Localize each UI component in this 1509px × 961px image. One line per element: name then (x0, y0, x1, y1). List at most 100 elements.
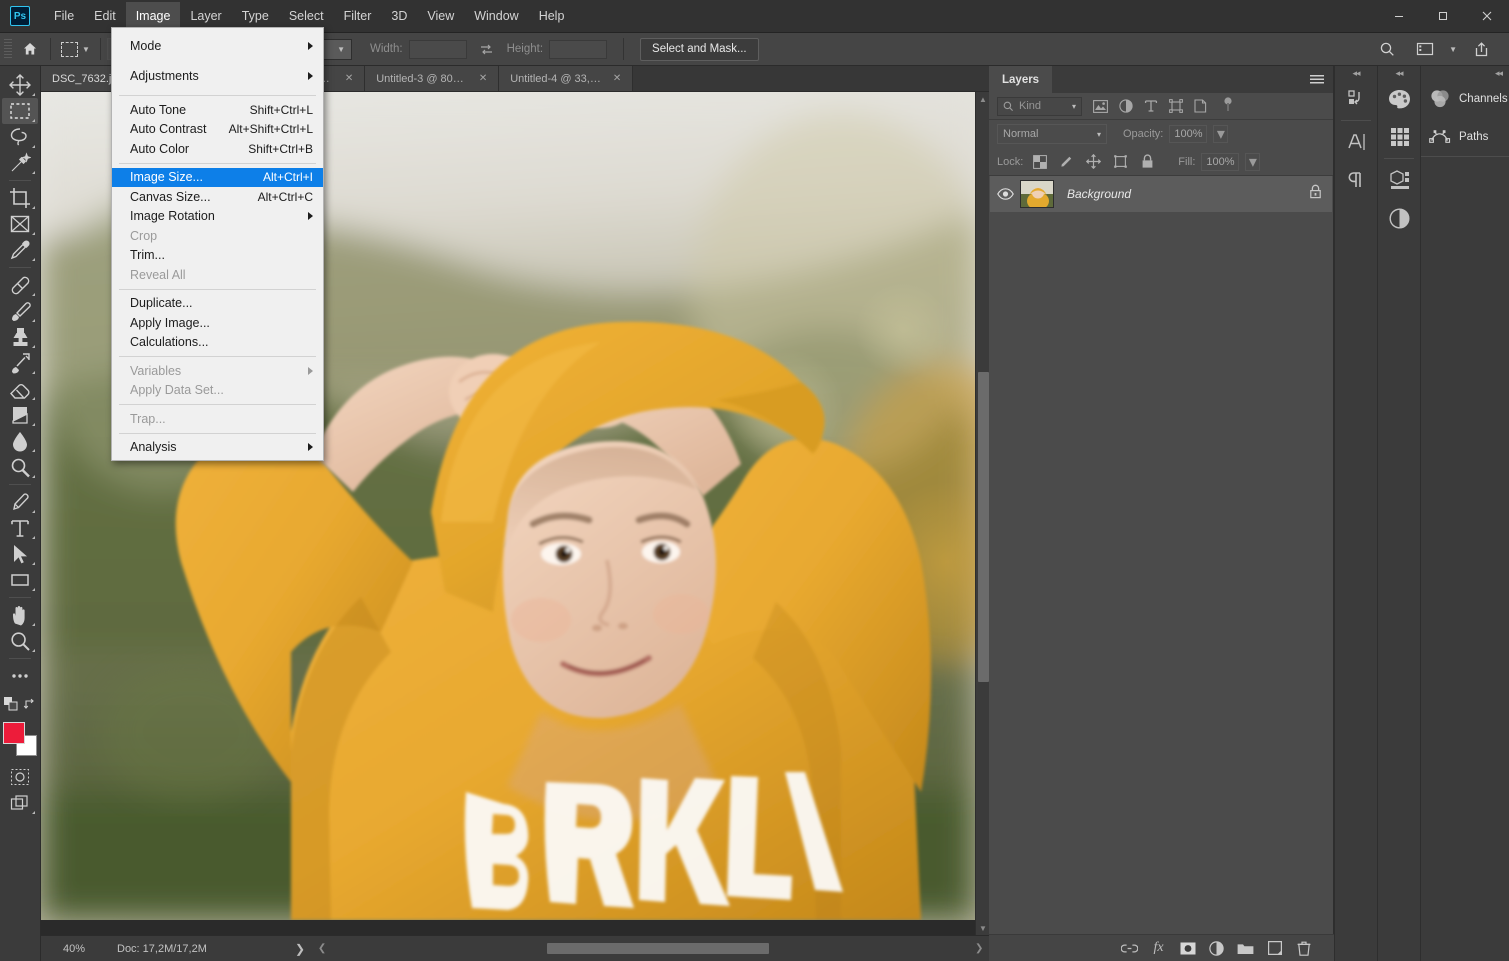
canvas-vertical-scrollbar[interactable]: ▲ ▼ (975, 92, 989, 935)
share-icon[interactable] (1467, 37, 1495, 61)
collapse-rail-history[interactable]: ◂◂ (1335, 66, 1377, 80)
lock-image-pixels-icon[interactable] (1056, 152, 1077, 172)
menu-item-image-rotation[interactable]: Image Rotation (112, 207, 323, 227)
width-input[interactable] (409, 40, 467, 59)
color-swatches[interactable] (3, 722, 37, 756)
home-icon[interactable] (16, 37, 44, 61)
zoom-level[interactable]: 40% (41, 943, 107, 955)
menu-item-image-size[interactable]: Image Size...Alt+Ctrl+I (112, 168, 323, 188)
menu-image[interactable]: Image (126, 2, 181, 30)
new-group-icon[interactable] (1237, 940, 1254, 957)
edit-toolbar-button[interactable] (2, 663, 38, 689)
quick-mask-icon[interactable] (2, 764, 38, 790)
menu-select[interactable]: Select (279, 2, 334, 30)
document-tab[interactable]: Untitled-3 @ 80% (Layer ...✕ (365, 66, 499, 91)
panel-item-paths[interactable]: Paths (1421, 118, 1509, 156)
frame-tool[interactable] (2, 211, 38, 237)
magic-wand-tool[interactable] (2, 150, 38, 176)
horizontal-scroll-thumb[interactable] (547, 943, 769, 954)
layer-kind-filter[interactable]: Kind ▾ (997, 97, 1082, 116)
rectangle-tool[interactable] (2, 567, 38, 593)
pixel-filter-icon[interactable] (1088, 96, 1113, 117)
vertical-scroll-thumb[interactable] (978, 372, 989, 682)
menu-type[interactable]: Type (232, 2, 279, 30)
layer-visibility-icon[interactable] (990, 188, 1020, 200)
new-adjustment-layer-icon[interactable] (1208, 940, 1225, 957)
adjustment-filter-icon[interactable] (1113, 96, 1138, 117)
collapse-channels-panel[interactable]: ◂◂ (1421, 66, 1509, 80)
layer-row[interactable]: Background (990, 176, 1332, 212)
menu-edit[interactable]: Edit (84, 2, 126, 30)
select-and-mask-button[interactable]: Select and Mask... (640, 38, 759, 61)
eraser-tool[interactable] (2, 376, 38, 402)
maximize-icon[interactable] (1421, 0, 1465, 33)
menu-item-trim[interactable]: Trim... (112, 246, 323, 266)
lock-position-icon[interactable] (1083, 152, 1104, 172)
lasso-tool[interactable] (2, 124, 38, 150)
scroll-up-arrow[interactable]: ▲ (976, 92, 990, 106)
swap-width-height-icon[interactable] (473, 37, 501, 61)
options-bar-grip[interactable] (4, 39, 12, 59)
menu-item-adjustments[interactable]: Adjustments (112, 61, 323, 91)
menu-item-duplicate[interactable]: Duplicate... (112, 294, 323, 314)
close-icon[interactable] (1465, 0, 1509, 33)
character-icon[interactable] (1335, 123, 1378, 161)
healing-brush-tool[interactable] (2, 272, 38, 298)
document-tab[interactable]: Untitled-4 @ 33,3% (Laye...✕ (499, 66, 633, 91)
blur-tool[interactable] (2, 428, 38, 454)
menu-window[interactable]: Window (464, 2, 528, 30)
menu-item-calculations[interactable]: Calculations... (112, 333, 323, 353)
color-icon[interactable] (1378, 80, 1421, 118)
rectangular-marquee-tool[interactable] (2, 98, 38, 124)
blend-mode-select[interactable]: Normal ▾ (997, 124, 1107, 144)
menu-item-auto-tone[interactable]: Auto ToneShift+Ctrl+L (112, 100, 323, 120)
path-selection-tool[interactable] (2, 541, 38, 567)
menu-file[interactable]: File (44, 2, 84, 30)
fill-slider-chevron[interactable]: ▾ (1245, 153, 1260, 171)
link-layers-icon[interactable] (1121, 940, 1138, 957)
height-input[interactable] (549, 40, 607, 59)
menu-help[interactable]: Help (529, 2, 575, 30)
image-menu-dropdown[interactable]: ModeAdjustments Auto ToneShift+Ctrl+LAuto… (111, 27, 324, 461)
workspace-icon[interactable] (1411, 37, 1439, 61)
scroll-left-arrow[interactable]: ❮ (315, 943, 329, 954)
lock-all-icon[interactable] (1137, 152, 1158, 172)
dodge-tool[interactable] (2, 454, 38, 480)
search-icon[interactable] (1373, 37, 1401, 61)
pen-tool[interactable] (2, 489, 38, 515)
default-colors-icon[interactable] (4, 697, 18, 716)
smart-object-filter-icon[interactable] (1188, 96, 1213, 117)
close-tab-icon[interactable]: ✕ (345, 73, 353, 84)
menu-item-mode[interactable]: Mode (112, 31, 323, 61)
type-tool[interactable] (2, 515, 38, 541)
crop-tool[interactable] (2, 185, 38, 211)
menu-item-analysis[interactable]: Analysis (112, 438, 323, 458)
scroll-down-arrow[interactable]: ▼ (976, 921, 990, 935)
fill-input[interactable]: 100% (1201, 153, 1239, 171)
layer-style-fx-icon[interactable]: fx (1150, 940, 1167, 957)
collapse-rail-color[interactable]: ◂◂ (1378, 66, 1420, 80)
opacity-input[interactable]: 100% (1169, 125, 1207, 143)
close-tab-icon[interactable]: ✕ (479, 73, 487, 84)
menu-view[interactable]: View (417, 2, 464, 30)
menu-item-auto-contrast[interactable]: Auto ContrastAlt+Shift+Ctrl+L (112, 120, 323, 140)
move-tool[interactable] (2, 72, 38, 98)
history-brush-tool[interactable] (2, 350, 38, 376)
menu-3d[interactable]: 3D (381, 2, 417, 30)
chevron-right-icon[interactable]: ❯ (287, 942, 313, 956)
adjustments-icon[interactable] (1378, 199, 1421, 237)
layer-thumbnail[interactable] (1020, 180, 1054, 208)
panel-item-channels[interactable]: Channels (1421, 80, 1509, 118)
menu-filter[interactable]: Filter (334, 2, 382, 30)
hand-tool[interactable] (2, 602, 38, 628)
swap-colors-icon[interactable] (23, 698, 36, 716)
minimize-icon[interactable] (1377, 0, 1421, 33)
type-filter-icon[interactable] (1138, 96, 1163, 117)
filter-toggle-icon[interactable] (1215, 96, 1240, 117)
lock-artboard-icon[interactable] (1110, 152, 1131, 172)
lock-transparent-pixels-icon[interactable] (1029, 152, 1050, 172)
shape-filter-icon[interactable] (1163, 96, 1188, 117)
eyedropper-tool[interactable] (2, 237, 38, 263)
canvas-horizontal-scrollbar[interactable]: ❮ (315, 940, 973, 958)
clone-stamp-tool[interactable] (2, 324, 38, 350)
